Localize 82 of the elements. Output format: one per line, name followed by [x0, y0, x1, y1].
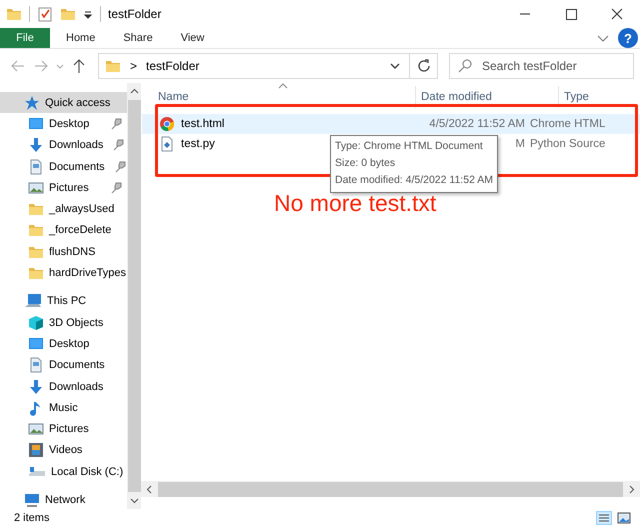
breadcrumb-separator: > [130, 59, 138, 73]
search-field[interactable]: Search testFolder [449, 53, 634, 79]
file-name[interactable]: test.py [181, 138, 215, 150]
monitor-icon [28, 336, 44, 352]
folder-icon [28, 201, 44, 218]
sidebar-item[interactable]: Documents [49, 160, 105, 173]
network-icon [24, 492, 40, 508]
script-file-icon [159, 136, 175, 152]
up-arrow-icon[interactable] [71, 58, 87, 74]
back-arrow-icon[interactable] [10, 58, 26, 74]
pin-icon[interactable] [111, 182, 123, 194]
checklist-icon[interactable] [37, 6, 53, 22]
window-title: testFolder [108, 7, 162, 21]
computer-icon [24, 293, 42, 310]
sidebar-item[interactable]: Downloads [49, 380, 104, 392]
ribbon-tab[interactable]: Home [54, 28, 108, 48]
annotation-text: No more test.txt [274, 190, 436, 217]
ribbon-tab[interactable]: View [168, 28, 216, 48]
sidebar-item[interactable]: flushDNS [49, 246, 96, 258]
cube-icon [28, 314, 44, 331]
ribbon-tab[interactable]: Share [111, 28, 165, 48]
picture-icon [28, 421, 44, 438]
sidebar-item[interactable]: Desktop [49, 118, 90, 130]
help-button[interactable]: ? [618, 28, 638, 48]
tooltip-line: Type: Chrome HTML Document [335, 139, 484, 154]
sidebar-item[interactable]: This PC [0, 290, 127, 312]
folder-icon [6, 6, 22, 22]
tooltip-line: Size: 0 bytes [335, 156, 396, 171]
tooltip-line: Date modified: 4/5/2022 11:52 AM [335, 173, 493, 188]
column-header[interactable]: Name [142, 86, 415, 108]
sidebar-item[interactable]: Pictures [49, 423, 89, 436]
sidebar-item[interactable]: Music [49, 402, 78, 414]
chevron-down-icon[interactable] [130, 496, 138, 505]
chevron-right-icon[interactable] [627, 484, 636, 494]
folder-icon [28, 265, 44, 282]
sidebar-item[interactable]: _alwaysUsed [49, 203, 114, 216]
chevron-up-icon[interactable] [130, 87, 138, 96]
table-cell-text: Chrome HTML [529, 118, 606, 130]
item-count: 2 items [14, 512, 50, 524]
browser-icon [159, 116, 175, 132]
table-cell: 4/5/2022 11:52 AM [429, 118, 525, 130]
folder-icon [105, 58, 121, 74]
address-bar[interactable]: > testFolder [98, 53, 410, 79]
sidebar-item[interactable]: Downloads [49, 139, 104, 152]
star-icon [24, 94, 40, 111]
chevron-left-icon[interactable] [145, 484, 154, 494]
refresh-button[interactable] [410, 53, 438, 79]
breadcrumb-item[interactable]: testFolder [146, 59, 200, 73]
ribbon-tab[interactable]: File [0, 28, 50, 48]
file-row[interactable]: test.html 4/5/2022 11:52 AM Chrome HTML [142, 114, 640, 134]
column-header[interactable]: Date modified [415, 86, 558, 108]
sidebar-item[interactable]: 3D Objects [49, 316, 104, 329]
forward-arrow-icon[interactable] [33, 58, 49, 74]
pin-icon[interactable] [113, 139, 126, 152]
download-icon [28, 137, 44, 154]
monitor-icon [28, 116, 44, 132]
film-icon [28, 442, 44, 458]
large-icons-view-icon[interactable] [616, 511, 632, 525]
table-cell: M [515, 138, 525, 150]
sort-up-icon[interactable] [278, 83, 288, 89]
table-cell-text: Python Source [529, 138, 606, 150]
picture-icon [28, 180, 44, 196]
document-icon [28, 158, 44, 175]
sidebar-item[interactable]: _forceDelete [49, 224, 112, 236]
sidebar-item[interactable]: Desktop [49, 338, 90, 350]
file-name: test.html [181, 118, 224, 130]
document-icon [28, 357, 44, 374]
pin-icon[interactable] [111, 118, 123, 130]
refresh-icon [416, 58, 432, 74]
sidebar-item[interactable]: Documents [49, 359, 105, 372]
sidebar-item[interactable]: Pictures [49, 182, 89, 194]
pin-icon[interactable] [114, 160, 127, 173]
sidebar-item[interactable]: Quick access [0, 92, 127, 114]
sidebar-item[interactable]: hardDriveTypes [49, 267, 126, 280]
sidebar-item[interactable]: Videos [49, 444, 82, 456]
sidebar-item[interactable]: Network [0, 489, 127, 509]
search-icon [457, 58, 473, 74]
sidebar-item[interactable]: Local Disk (C:) [51, 466, 124, 478]
column-header[interactable]: Type [558, 86, 640, 108]
details-view-icon[interactable] [596, 511, 612, 525]
folder-icon [28, 222, 44, 238]
download-icon [28, 378, 44, 394]
